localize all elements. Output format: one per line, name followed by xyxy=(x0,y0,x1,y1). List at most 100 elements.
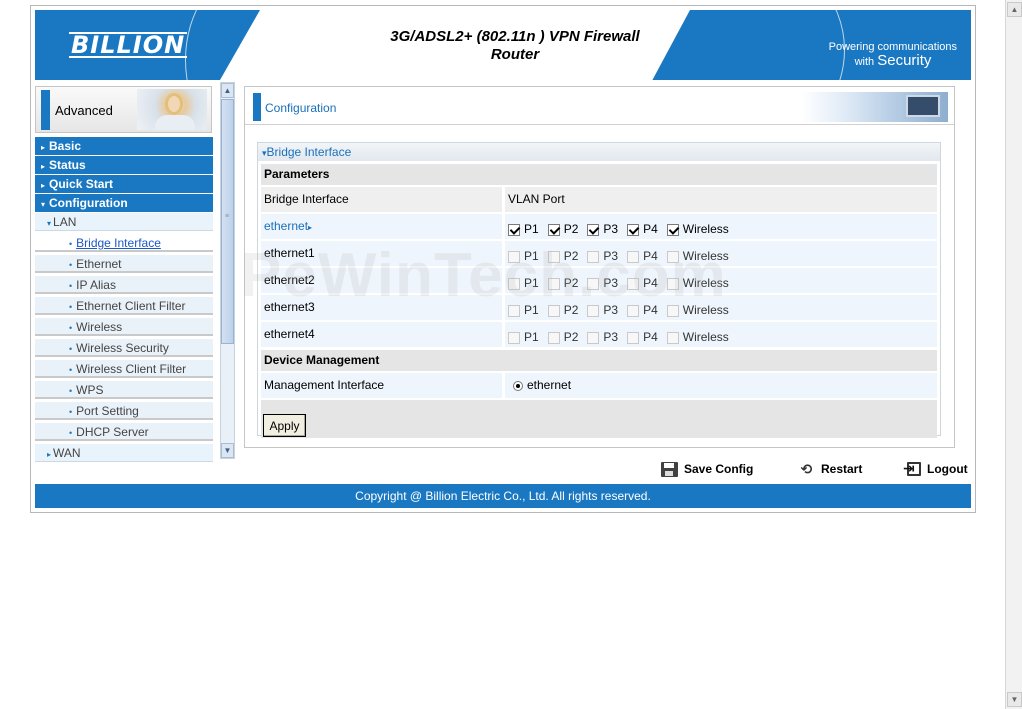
management-interface-cell: ethernet xyxy=(505,373,937,398)
restart-button[interactable]: ⟲ Restart xyxy=(798,460,863,478)
sidebar-item-label[interactable]: Bridge Interface xyxy=(76,236,161,250)
port-p3: P3 xyxy=(587,298,618,323)
checkbox xyxy=(627,331,640,344)
page-title: Configuration xyxy=(265,101,337,115)
scroll-down-arrow-icon[interactable]: ▼ xyxy=(1007,692,1022,707)
panel-title-text: Bridge Interface xyxy=(266,145,352,159)
interface-name: ethernet4 xyxy=(261,322,502,347)
port-p1: P1 xyxy=(508,325,539,350)
sidebar-item-status[interactable]: ▸ Status xyxy=(35,156,213,174)
port-label: P1 xyxy=(524,249,539,263)
checkbox xyxy=(547,331,560,344)
sidebar-item-label: Status xyxy=(49,158,86,172)
advanced-mode-banner: Advanced xyxy=(35,86,212,133)
sidebar-item-wireless[interactable]: • Wireless xyxy=(35,318,213,336)
port-p4[interactable]: P4 xyxy=(627,217,658,242)
port-p1: P1 xyxy=(508,271,539,296)
sidebar-item-wireless-client-filter[interactable]: • Wireless Client Filter xyxy=(35,360,213,378)
sidebar-item-configuration[interactable]: ▾ Configuration xyxy=(35,194,213,212)
port-label: P2 xyxy=(563,249,579,263)
sidebar-item-dhcp-server[interactable]: • DHCP Server xyxy=(35,423,213,441)
port-label: P1 xyxy=(524,276,539,290)
sidebar-item-wan[interactable]: ▸ WAN xyxy=(35,444,213,462)
logout-button[interactable]: Logout xyxy=(903,460,968,478)
checkbox[interactable] xyxy=(547,223,560,236)
sidebar-item-label: Ethernet Client Filter xyxy=(76,299,186,313)
checkbox[interactable] xyxy=(666,223,679,236)
sidebar-item-label: Configuration xyxy=(49,196,128,210)
port-label: Wireless xyxy=(682,249,729,263)
apply-button[interactable]: Apply xyxy=(263,414,306,437)
content-header: Configuration xyxy=(245,87,954,125)
port-p3: P3 xyxy=(587,325,618,350)
port-p2: P2 xyxy=(547,244,579,269)
sidebar-item-ethernet[interactable]: • Ethernet xyxy=(35,255,213,273)
save-config-button[interactable]: Save Config xyxy=(661,460,753,478)
port-label: P4 xyxy=(643,222,658,236)
bullet-icon: • xyxy=(69,302,73,312)
port-p1[interactable]: P1 xyxy=(508,217,539,242)
checkbox xyxy=(587,250,600,263)
sidebar-item-ip-alias[interactable]: • IP Alias xyxy=(35,276,213,294)
sidebar-item-lan[interactable]: ▾ LAN xyxy=(35,213,213,231)
port-p1: P1 xyxy=(508,244,539,269)
checkbox xyxy=(508,250,520,263)
sidebar-item-ethernet-client-filter[interactable]: • Ethernet Client Filter xyxy=(35,297,213,315)
sidebar-item-label: IP Alias xyxy=(76,278,116,292)
header-banner: BILLION 3G/ADSL2+ (802.11n ) VPN Firewal… xyxy=(35,10,971,80)
sidebar-item-quick-start[interactable]: ▸ Quick Start xyxy=(35,175,213,193)
port-p2[interactable]: P2 xyxy=(547,217,578,242)
vlan-port-cell: P1 P2 P3 P4 Wireless xyxy=(505,295,937,320)
accent-bar xyxy=(253,93,261,121)
bullet-icon: • xyxy=(69,344,73,354)
bullet-icon: • xyxy=(69,365,73,375)
table-row: ethernet▸ P1 P2 P3 P4 Wireless xyxy=(261,214,937,239)
triangle-right-icon: ▸ xyxy=(47,450,52,459)
sidebar-item-basic[interactable]: ▸ Basic xyxy=(35,137,213,155)
bullet-icon: • xyxy=(69,407,73,417)
sidebar-item-port-setting[interactable]: • Port Setting xyxy=(35,402,213,420)
radio-button[interactable] xyxy=(513,380,523,391)
port-label: Wireless xyxy=(682,276,729,290)
bullet-icon: • xyxy=(69,386,73,396)
checkbox[interactable] xyxy=(627,223,640,236)
page-scrollbar[interactable]: ▲ ▼ xyxy=(1005,0,1022,709)
sidebar-scroll-down-icon[interactable]: ▼ xyxy=(221,443,234,458)
bullet-icon: • xyxy=(69,239,73,249)
port-label: Wireless xyxy=(682,303,729,317)
sidebar-scroll-thumb[interactable]: ≡ xyxy=(221,99,234,344)
port-wireless: Wireless xyxy=(666,244,729,269)
bullet-icon: • xyxy=(69,281,73,291)
port-label: P3 xyxy=(603,303,619,317)
port-wireless[interactable]: Wireless xyxy=(666,217,729,242)
checkbox xyxy=(587,304,600,317)
sidebar-scrollbar[interactable]: ▲ ≡ ▼ xyxy=(220,82,235,459)
sidebar-item-label: Port Setting xyxy=(76,404,139,418)
table-row: ethernet2 P1 P2 P3 P4 Wireless xyxy=(261,268,937,293)
office-photo-image xyxy=(802,92,948,122)
interface-name: ethernet3 xyxy=(261,295,502,320)
sidebar-scroll-up-icon[interactable]: ▲ xyxy=(221,83,234,98)
content-area: Configuration ▾Bridge Interface Paramete… xyxy=(244,86,955,448)
sidebar-item-wps[interactable]: • WPS xyxy=(35,381,213,399)
checkbox xyxy=(666,331,679,344)
woman-photo-image xyxy=(137,89,207,130)
checkbox xyxy=(627,277,640,290)
port-label: P1 xyxy=(524,330,539,344)
ethernet-link[interactable]: ethernet▸ xyxy=(264,219,312,233)
port-wireless: Wireless xyxy=(666,271,729,296)
sidebar-item-wireless-security[interactable]: • Wireless Security xyxy=(35,339,213,357)
checkbox xyxy=(508,277,520,290)
port-p3[interactable]: P3 xyxy=(587,217,618,242)
port-p4: P4 xyxy=(627,244,658,269)
checkbox[interactable] xyxy=(587,223,600,236)
management-interface-option[interactable]: ethernet xyxy=(513,378,571,392)
interface-name: ethernet xyxy=(264,219,309,233)
sidebar-item-bridge-interface[interactable]: • Bridge Interface xyxy=(35,234,213,252)
vlan-port-cell: P1 P2 P3 P4 Wireless xyxy=(505,322,937,347)
scroll-up-arrow-icon[interactable]: ▲ xyxy=(1007,2,1022,17)
decorative-arc xyxy=(185,10,315,80)
column-header-row: Bridge Interface VLAN Port xyxy=(261,187,937,212)
checkbox[interactable] xyxy=(508,223,520,236)
triangle-right-icon: ▸ xyxy=(41,181,46,190)
